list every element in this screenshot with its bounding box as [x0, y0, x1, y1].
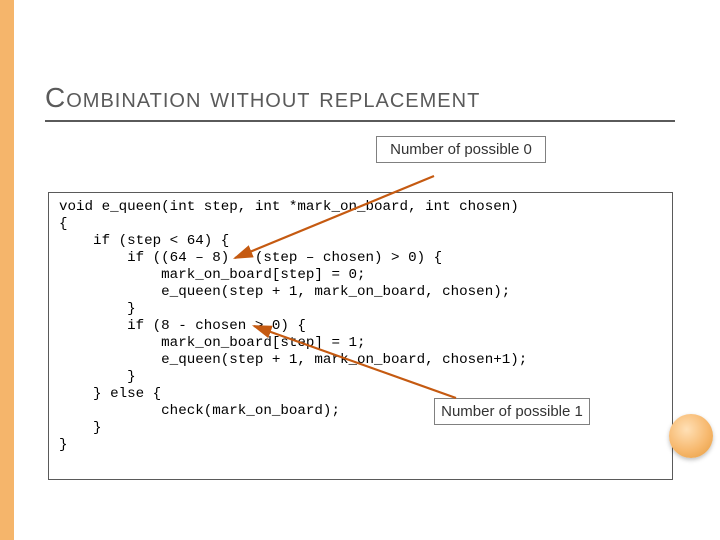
code-box: void e_queen(int step, int *mark_on_boar…	[48, 192, 673, 480]
slide: Combination without replacement Number o…	[0, 0, 720, 540]
left-accent-stripe	[0, 0, 14, 540]
slide-title: Combination without replacement	[45, 82, 480, 114]
callout-possible-1: Number of possible 1	[434, 398, 590, 425]
accent-circle-icon	[669, 414, 713, 458]
callout-possible-0: Number of possible 0	[376, 136, 546, 163]
title-underline	[45, 120, 675, 122]
